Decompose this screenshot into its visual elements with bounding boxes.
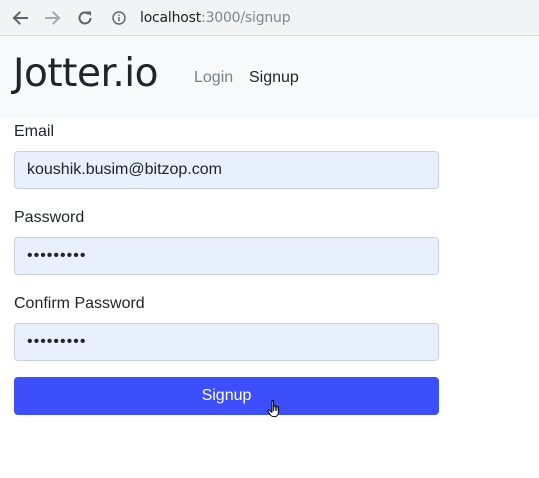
email-label: Email [14, 123, 55, 140]
confirm-password-field[interactable] [14, 323, 439, 361]
nav-login-link[interactable]: Login [194, 68, 233, 88]
back-arrow-icon[interactable] [9, 7, 31, 29]
nav-signup-link[interactable]: Signup [249, 68, 299, 88]
brand-logo[interactable]: Jotter.io [13, 49, 159, 99]
email-field[interactable] [14, 151, 439, 189]
password-label: Password [14, 209, 85, 226]
reload-icon[interactable] [74, 7, 96, 29]
info-icon[interactable] [112, 11, 126, 25]
url-host: localhost [140, 10, 202, 26]
forward-arrow-icon[interactable] [42, 7, 64, 29]
url-path: :3000/signup [201, 10, 291, 26]
address-bar[interactable]: localhost:3000/signup [112, 6, 291, 30]
signup-button[interactable]: Signup [14, 377, 439, 415]
browser-toolbar: localhost:3000/signup [0, 0, 539, 36]
password-field[interactable] [14, 237, 439, 275]
url-text: localhost:3000/signup [140, 10, 291, 26]
app-navbar: Jotter.io Login Signup [0, 37, 539, 118]
confirm-password-label: Confirm Password [14, 295, 145, 312]
